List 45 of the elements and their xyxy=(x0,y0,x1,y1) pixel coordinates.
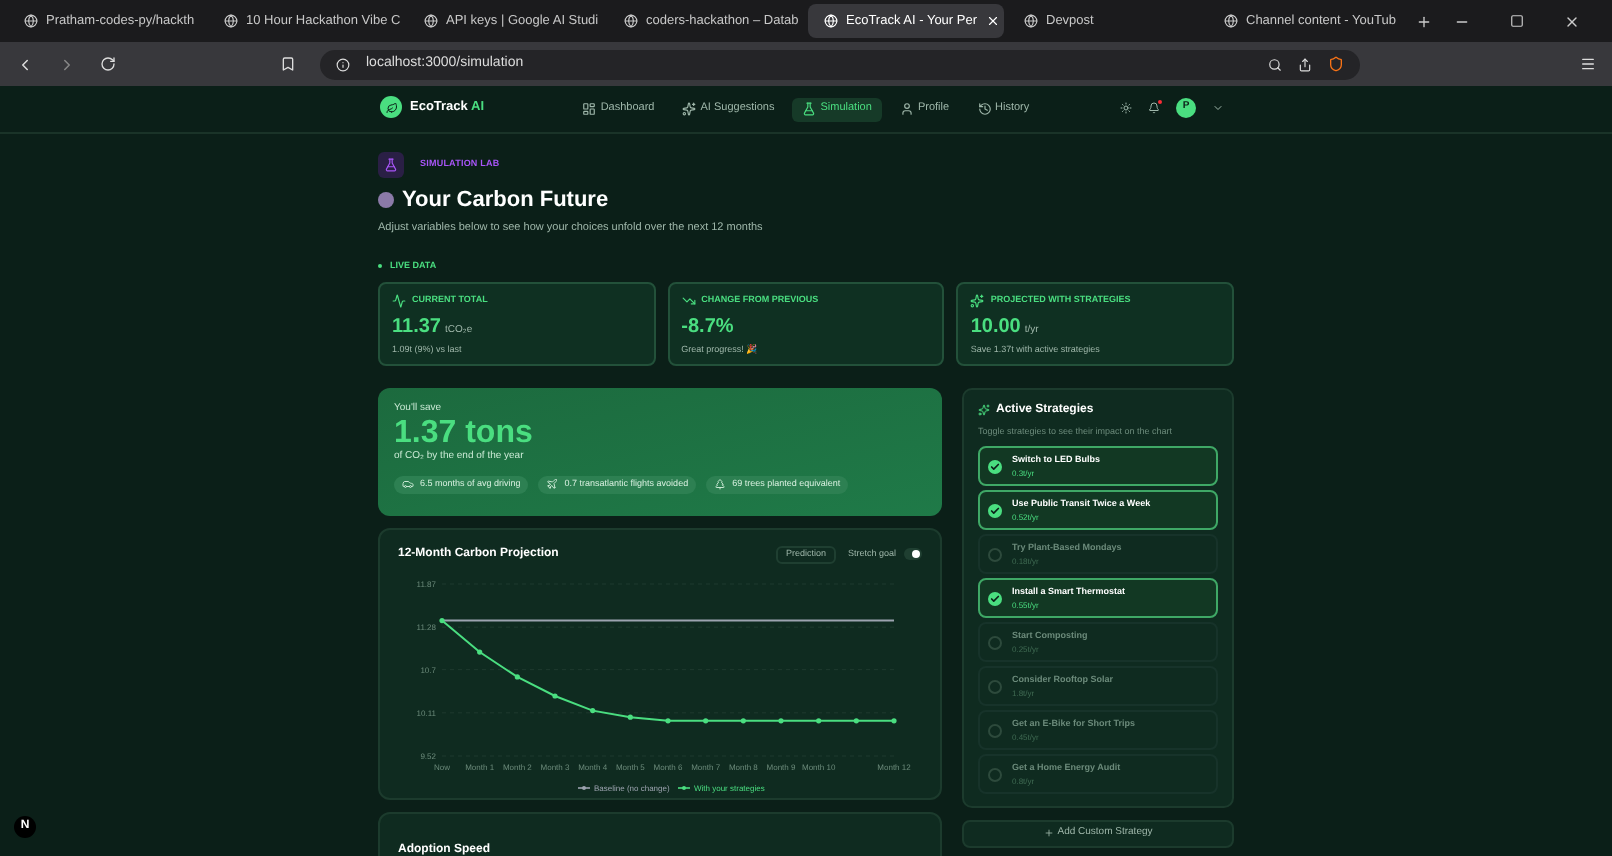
sparkle-icon xyxy=(978,404,990,416)
caret-icon[interactable] xyxy=(1212,102,1224,114)
sparkle-icon xyxy=(970,293,985,307)
flask-badge-icon xyxy=(378,152,404,178)
plane-icon xyxy=(546,478,559,490)
reload-icon[interactable] xyxy=(100,56,116,72)
notification-icon[interactable] xyxy=(1148,102,1160,114)
favicon-icon xyxy=(224,14,238,28)
info-icon xyxy=(336,57,350,71)
share-icon[interactable] xyxy=(1298,57,1312,71)
bookmark-icon[interactable] xyxy=(280,56,296,72)
sparkle-icon xyxy=(682,102,697,116)
stat-value: 11.37 xyxy=(392,313,441,341)
stretch-toggle[interactable] xyxy=(904,548,922,560)
plus-icon xyxy=(1043,828,1054,838)
tree-icon xyxy=(714,478,727,490)
favicon-icon xyxy=(24,14,38,28)
history-icon xyxy=(977,102,992,116)
favicon-icon xyxy=(824,14,838,28)
favicon-icon xyxy=(424,14,438,28)
forward-icon[interactable] xyxy=(58,55,76,73)
menu-icon[interactable] xyxy=(1580,56,1596,72)
user-icon xyxy=(899,102,914,116)
back-icon[interactable] xyxy=(16,55,34,73)
car-icon xyxy=(402,478,414,490)
new-tab-icon[interactable] xyxy=(1416,13,1432,29)
trend-down-icon xyxy=(681,293,696,307)
stat-value: 10.00 xyxy=(970,313,1021,341)
flask-icon xyxy=(802,102,817,116)
logo-icon xyxy=(380,96,402,118)
favicon-icon xyxy=(624,14,638,28)
dashboard-icon xyxy=(582,102,597,116)
theme-icon[interactable] xyxy=(1120,102,1132,114)
legend-marker xyxy=(577,785,591,789)
zoom-icon[interactable] xyxy=(1268,57,1282,71)
stat-value: -8.7% xyxy=(681,313,734,341)
pulse-icon xyxy=(392,293,406,307)
maximize-icon[interactable] xyxy=(1510,13,1524,27)
favicon-icon xyxy=(1024,14,1038,28)
favicon-icon xyxy=(1224,14,1238,28)
close-icon[interactable] xyxy=(1564,13,1580,29)
shield-icon[interactable] xyxy=(1328,56,1344,72)
legend-marker xyxy=(677,785,691,789)
savings-amount: 1.37 tons xyxy=(394,416,535,450)
page-title: Your Carbon Future xyxy=(402,186,609,216)
